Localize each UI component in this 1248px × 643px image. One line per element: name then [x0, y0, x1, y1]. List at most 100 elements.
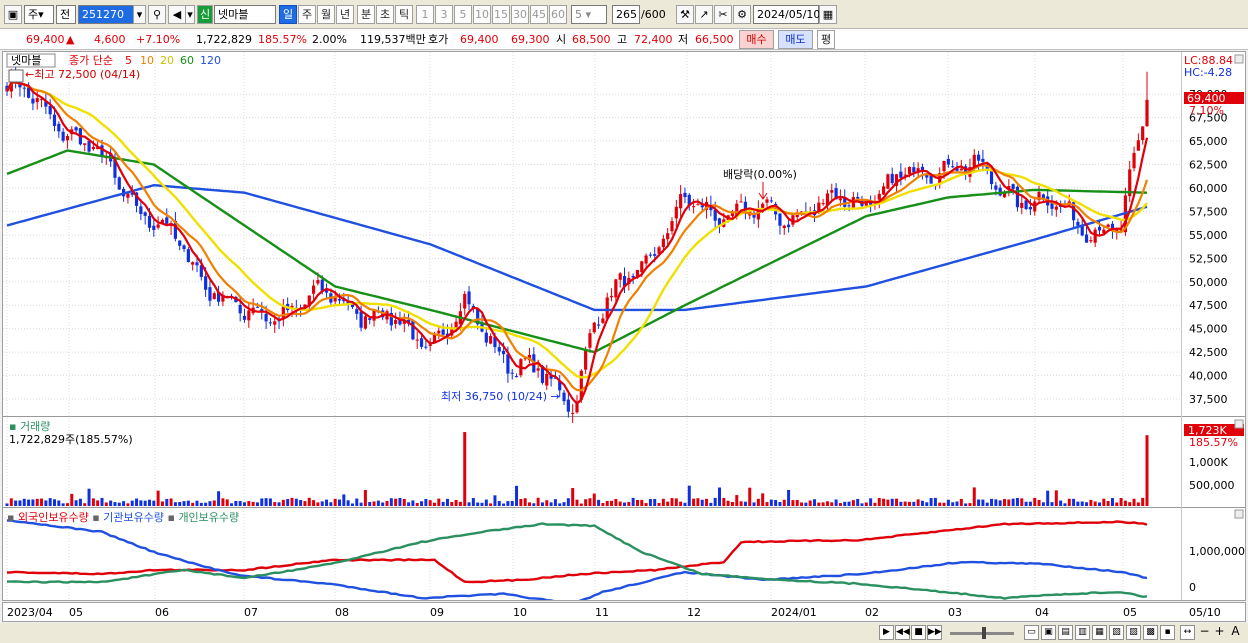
- draw-tool-icon[interactable]: ↗: [695, 5, 713, 24]
- num-5-button[interactable]: 5: [454, 5, 472, 24]
- speaker-dropdown-icon[interactable]: ▾: [185, 5, 195, 24]
- candle-body: [463, 293, 467, 309]
- calendar-icon[interactable]: ▦: [819, 5, 837, 24]
- volume-bar: [143, 500, 147, 506]
- volume-bar: [899, 501, 903, 506]
- volume-bar: [1041, 502, 1045, 506]
- candle-body: [601, 318, 605, 323]
- num-45-button[interactable]: 45: [530, 5, 548, 24]
- stop-icon[interactable]: ■: [911, 625, 926, 640]
- period-week-button[interactable]: 주: [298, 5, 316, 24]
- chart-tool-icon[interactable]: ⚒: [676, 5, 694, 24]
- candle-body: [1136, 140, 1140, 151]
- num-3-button[interactable]: 3: [435, 5, 453, 24]
- layout-4-icon[interactable]: ▥: [1075, 625, 1090, 640]
- candle-body: [143, 212, 147, 216]
- volume-bar: [579, 503, 583, 506]
- candle-body: [912, 167, 916, 173]
- num-1-label: 1: [421, 8, 429, 21]
- volume-bar: [130, 500, 134, 506]
- candle-body: [311, 285, 316, 294]
- volume-bar: [648, 499, 652, 506]
- period-tick-button[interactable]: 틱: [395, 5, 413, 24]
- last-page-icon[interactable]: ▶▶: [927, 625, 942, 640]
- candle-body: [584, 350, 588, 370]
- market-value: 주: [28, 8, 39, 21]
- inst-holder-line: [7, 519, 1148, 606]
- candle-body: [951, 166, 955, 168]
- period-year-button[interactable]: 년: [336, 5, 354, 24]
- eval-button[interactable]: 평: [817, 30, 835, 49]
- candle-body: [838, 198, 843, 201]
- count-input[interactable]: 265: [612, 5, 640, 24]
- chart-area[interactable]: 70,00067,50065,00062,50060,00057,50055,0…: [2, 51, 1246, 606]
- date-input[interactable]: 2024/05/10: [753, 5, 820, 24]
- price-expand-icon[interactable]: [1234, 54, 1244, 64]
- num-30-button[interactable]: 30: [511, 5, 529, 24]
- layout-2-icon[interactable]: ▣: [1041, 625, 1056, 640]
- volume-bar: [536, 497, 540, 506]
- count-total: /600: [641, 8, 666, 21]
- candle-body: [91, 146, 95, 150]
- period-minute-button[interactable]: 분: [357, 5, 375, 24]
- layout-8-icon[interactable]: ▩: [1143, 625, 1158, 640]
- xaxis-label: 02: [865, 606, 879, 619]
- volume-bar: [977, 499, 981, 506]
- num-10-button[interactable]: 10: [473, 5, 491, 24]
- candle-body: [778, 213, 782, 226]
- period-month-button[interactable]: 월: [317, 5, 335, 24]
- gear-icon[interactable]: ⚙: [733, 5, 751, 24]
- period-day-button[interactable]: 일: [279, 5, 297, 24]
- interval-select[interactable]: 5 ▾: [571, 5, 607, 24]
- volume-expand-icon[interactable]: [1234, 419, 1244, 429]
- search-icon[interactable]: ⚲: [148, 5, 166, 24]
- num-30-label: 30: [513, 8, 527, 21]
- period-second-button[interactable]: 초: [376, 5, 394, 24]
- first-page-icon[interactable]: ◀◀: [895, 625, 910, 640]
- volume-bar: [217, 491, 221, 506]
- layout-7-icon[interactable]: ▨: [1126, 625, 1141, 640]
- buy-button[interactable]: 매수: [739, 30, 774, 49]
- volume-bar: [286, 499, 290, 506]
- volume-bar: [990, 498, 994, 506]
- volume-bar: [135, 498, 139, 506]
- zoom-out-icon[interactable]: −: [1197, 625, 1212, 640]
- num-15-button[interactable]: 15: [492, 5, 510, 24]
- volume-bar: [1015, 498, 1019, 506]
- volume-bar: [156, 490, 160, 506]
- candle-body: [739, 201, 743, 203]
- code-dropdown-icon[interactable]: ▾: [133, 5, 146, 24]
- layout-1-icon[interactable]: ▭: [1024, 625, 1039, 640]
- candle-body: [640, 261, 644, 273]
- candle-body: [566, 399, 570, 412]
- grid-icon[interactable]: [8, 69, 24, 83]
- ma60-line: [6, 149, 1148, 354]
- volume-bar: [929, 498, 933, 506]
- erase-tool-icon[interactable]: ✂: [714, 5, 732, 24]
- stock-name-field[interactable]: 넷마블: [214, 5, 276, 24]
- zoom-in-icon[interactable]: +: [1212, 625, 1227, 640]
- sell-button[interactable]: 매도: [778, 30, 813, 49]
- layout-6-icon[interactable]: ▧: [1109, 625, 1124, 640]
- zoom-slider-handle[interactable]: [982, 627, 986, 639]
- volume-bar: [571, 488, 575, 506]
- layout-5-icon[interactable]: ▦: [1092, 625, 1107, 640]
- layout-icon[interactable]: ▣: [4, 5, 22, 24]
- volume-bar: [851, 500, 855, 506]
- holder-expand-icon[interactable]: [1234, 509, 1244, 519]
- volume-bar: [1080, 501, 1084, 506]
- market-select[interactable]: 주▾: [24, 5, 54, 24]
- prev-select[interactable]: 전: [56, 5, 76, 24]
- volume-bar: [597, 499, 601, 506]
- candle-body: [394, 320, 398, 324]
- num-60-button[interactable]: 60: [549, 5, 567, 24]
- volume-bar: [994, 499, 998, 506]
- num-1-button[interactable]: 1: [416, 5, 434, 24]
- layout-9-icon[interactable]: ▪: [1160, 625, 1175, 640]
- scroll-arrows-icon[interactable]: ↔: [1180, 625, 1195, 640]
- font-size-icon[interactable]: A: [1228, 625, 1243, 640]
- volume-bar: [463, 432, 467, 506]
- speaker-icon[interactable]: ◀: [168, 5, 186, 24]
- scroll-right-icon[interactable]: ▶: [879, 625, 894, 640]
- layout-3-icon[interactable]: ▤: [1058, 625, 1073, 640]
